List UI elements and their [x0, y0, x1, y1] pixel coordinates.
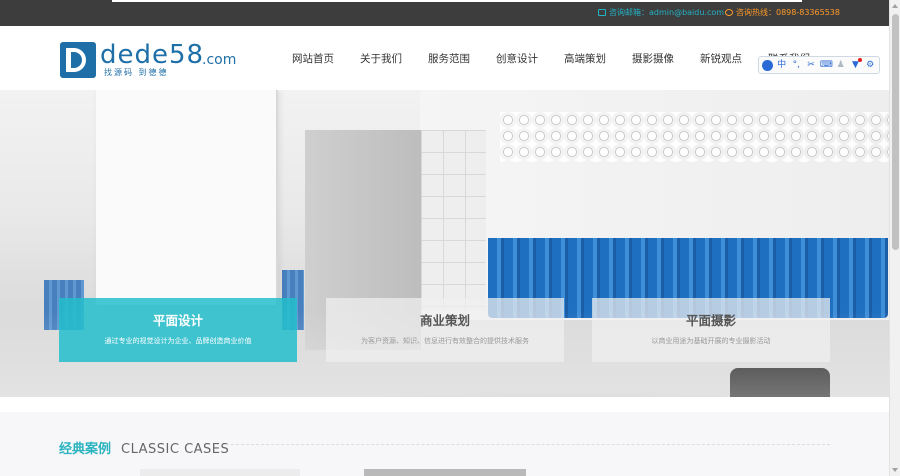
language-zh-icon[interactable]: 中 — [776, 60, 788, 71]
main-nav: 网站首页 关于我们 服务范围 创意设计 高端策划 摄影摄像 新锐观点 联系我们 — [292, 51, 810, 66]
scroll-down-icon[interactable] — [892, 468, 898, 472]
service-card-photography[interactable]: 平面摄影 以商业用途为基础开展的专业摄影活动 — [592, 298, 830, 362]
top-bar: 咨询邮箱：admin@baidu.com 咨询热线：0898-83365538 — [0, 0, 889, 26]
nav-item-home[interactable]: 网站首页 — [292, 51, 334, 66]
logo-name: dede58 — [100, 40, 205, 70]
service-card-title: 商业策划 — [419, 313, 470, 328]
cases-divider — [226, 444, 830, 445]
nav-item-design[interactable]: 创意设计 — [496, 51, 538, 66]
service-card-desc: 为客户资源、知识、信息进行有效整合的提供技术服务 — [361, 337, 529, 345]
nav-item-about[interactable]: 关于我们 — [360, 51, 402, 66]
punctuation-icon[interactable]: °, — [790, 60, 802, 71]
case-thumbnail[interactable] — [140, 469, 300, 476]
logo-slogan: 找源码 到德德 — [104, 68, 169, 77]
hero-ring-ceiling — [500, 112, 889, 162]
mail-icon — [598, 9, 606, 16]
logo-domain: .com — [202, 52, 237, 68]
contact-phone[interactable]: 咨询热线：0898-83365538 — [725, 7, 840, 18]
service-card-title: 平面摄影 — [685, 313, 736, 328]
page-scrollbar[interactable] — [889, 0, 900, 476]
hero-tile-wall — [421, 130, 486, 310]
nav-item-planning[interactable]: 高端策划 — [564, 51, 606, 66]
service-card-title: 平面设计 — [152, 313, 203, 328]
ime-toolbar: 中 °, ✂ ⌨ ♟ ▼ ⚙ — [758, 56, 880, 74]
cases-heading: 经典案例 CLASSIC CASES — [59, 438, 229, 457]
user-circle-icon[interactable] — [762, 59, 773, 71]
logo-mark-icon — [60, 42, 96, 78]
service-card-business-planning[interactable]: 商业策划 为客户资源、知识、信息进行有效整合的提供技术服务 — [326, 298, 564, 362]
scissors-icon[interactable]: ✂ — [805, 60, 817, 71]
scroll-up-icon[interactable] — [892, 4, 898, 8]
gear-icon[interactable]: ⚙ — [864, 60, 876, 71]
contact-email-text: 咨询邮箱：admin@baidu.com — [609, 8, 725, 17]
person-icon[interactable]: ♟ — [835, 60, 847, 71]
shirt-icon[interactable]: ▼ — [850, 57, 862, 71]
cases-title-en: CLASSIC CASES — [121, 442, 230, 457]
nav-item-services[interactable]: 服务范围 — [428, 51, 470, 66]
cases-section: 经典案例 CLASSIC CASES — [0, 412, 889, 476]
contact-phone-text: 咨询热线：0898-83365538 — [736, 8, 840, 17]
nav-item-views[interactable]: 新锐观点 — [700, 51, 742, 66]
contact-email[interactable]: 咨询邮箱：admin@baidu.com — [598, 7, 724, 18]
top-bar-highlight — [112, 0, 802, 2]
phone-icon — [725, 9, 733, 16]
nav-item-photography[interactable]: 摄影摄像 — [632, 51, 674, 66]
case-thumbnail[interactable] — [364, 469, 526, 476]
service-card-desc: 通过专业的视觉设计为企业、品牌创造商业价值 — [104, 337, 252, 345]
service-card-desc: 以商业用途为基础开展的专业摄影活动 — [651, 337, 771, 345]
cases-title-zh: 经典案例 — [59, 442, 112, 457]
site-header: dede58 .com 找源码 到德德 网站首页 关于我们 服务范围 创意设计 … — [0, 26, 889, 90]
hero-banner: 平面设计 通过专业的视觉设计为企业、品牌创造商业价值 商业策划 为客户资源、知识… — [0, 90, 889, 397]
service-card-graphic-design[interactable]: 平面设计 通过专业的视觉设计为企业、品牌创造商业价值 — [59, 298, 297, 362]
site-logo[interactable]: dede58 .com 找源码 到德德 — [60, 40, 240, 80]
hero-white-panel — [96, 90, 278, 305]
scroll-thumb[interactable] — [892, 14, 899, 250]
keyboard-icon[interactable]: ⌨ — [820, 60, 833, 71]
